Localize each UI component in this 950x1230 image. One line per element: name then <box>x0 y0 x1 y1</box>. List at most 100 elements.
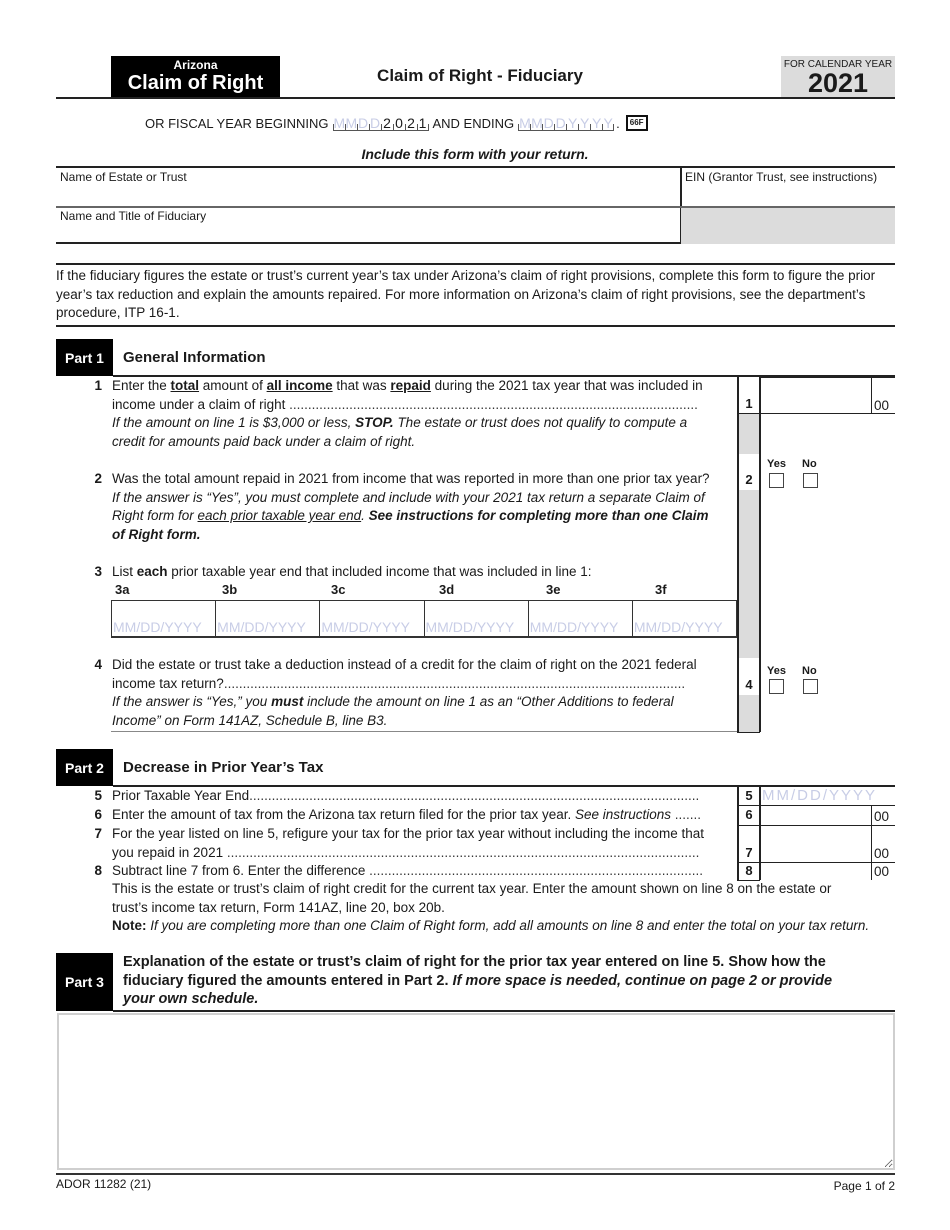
calendar-year: 2021 <box>807 68 869 98</box>
shaded-cell <box>738 414 759 454</box>
line-1-amount-input[interactable] <box>762 395 868 412</box>
line-7-cents: 00 <box>874 846 890 861</box>
calendar-year-box: FOR CALENDAR YEAR 2021 <box>781 56 895 97</box>
page-number: Page 1 of 2 <box>833 1179 895 1193</box>
col-3f-label: 3f <box>655 582 667 597</box>
line-7-box-label: 7 <box>745 845 753 860</box>
identity-section: Name of Estate or Trust EIN (Grantor Tru… <box>56 166 895 244</box>
form-brand-block: Arizona Claim of Right <box>111 56 280 97</box>
year-end-3f-input[interactable]: MM/DD/YYYY <box>631 601 736 636</box>
date-digit: Y <box>591 115 602 131</box>
row-divider <box>760 377 895 378</box>
line-4-box-label: 4 <box>745 677 753 692</box>
part3-explanation-textarea[interactable] <box>57 1013 895 1170</box>
fiscal-beginning-label: OR FISCAL YEAR BEGINNING <box>145 116 329 131</box>
fiscal-beginning-date-field[interactable]: M M D D 2 0 2 1 <box>332 115 429 131</box>
part3-rule <box>113 1010 895 1012</box>
date-digit: Y <box>579 115 590 131</box>
year-end-3e-input[interactable]: MM/DD/YYYY <box>527 601 632 636</box>
line-4-yes-checkbox[interactable] <box>769 679 784 694</box>
date-digit: M <box>333 115 346 131</box>
line-2-no-checkbox[interactable] <box>803 473 818 488</box>
row-divider <box>737 732 760 733</box>
date-digit: D <box>543 115 554 131</box>
cents-divider <box>871 805 872 880</box>
line-number: 3 <box>94 564 102 579</box>
year-end-3a-input[interactable]: MM/DD/YYYY <box>112 601 215 636</box>
col-3d-label: 3d <box>439 582 455 597</box>
line-number: 2 <box>94 471 102 486</box>
prior-year-ends-grid: MM/DD/YYYY MM/DD/YYYY MM/DD/YYYY MM/DD/Y… <box>111 600 737 638</box>
date-digit: M <box>531 115 543 131</box>
header-divider <box>56 97 895 99</box>
intro-paragraph: If the fiduciary figures the estate or t… <box>56 263 895 327</box>
part1-tag: Part 1 <box>56 339 113 376</box>
line-6-amount-input[interactable] <box>762 807 868 824</box>
line-5-box-label: 5 <box>745 788 753 803</box>
line-8-cents: 00 <box>874 864 890 879</box>
line-number: 7 <box>94 826 102 841</box>
fiscal-ending-date-field[interactable]: M M D D Y Y Y Y <box>518 115 615 131</box>
col-3a-label: 3a <box>115 582 130 597</box>
line-8-amount-input[interactable] <box>762 863 868 879</box>
estate-name-label: Name of Estate or Trust <box>60 170 187 184</box>
part2-title: Decrease in Prior Year’s Tax <box>123 759 324 776</box>
shaded-cell <box>738 695 759 732</box>
date-digit: 1 <box>418 115 427 131</box>
form-code-badge: 66F <box>625 115 648 131</box>
line-1-box-label: 1 <box>745 396 753 411</box>
page-title: Claim of Right - Fiduciary <box>377 66 583 85</box>
date-digit: D <box>369 115 381 131</box>
line-2-box-label: 2 <box>745 472 753 487</box>
date-digit: 2 <box>407 115 415 131</box>
date-digit: M <box>345 115 358 131</box>
line-number: 1 <box>94 378 102 393</box>
col-3c-label: 3c <box>331 582 346 597</box>
line-number: 4 <box>94 657 102 672</box>
date-digit: M <box>519 115 531 131</box>
part2-tag: Part 2 <box>56 749 113 786</box>
line-number: 6 <box>94 807 102 822</box>
date-digit: Y <box>603 115 613 131</box>
line-number: 8 <box>94 863 102 878</box>
form-id: ADOR 11282 (21) <box>56 1177 152 1191</box>
line-number: 5 <box>94 788 102 803</box>
shaded-cell <box>738 490 759 658</box>
part1-title: General Information <box>123 349 266 366</box>
date-digit: D <box>555 115 566 131</box>
line-4-yes-label: Yes <box>767 665 786 677</box>
state-name: Arizona <box>173 58 218 72</box>
date-digit: 2 <box>383 115 391 131</box>
line-4-no-label: No <box>802 665 817 677</box>
line-7-amount-input[interactable] <box>762 843 868 860</box>
ein-input[interactable] <box>686 186 891 204</box>
fiduciary-name-label: Name and Title of Fiduciary <box>60 209 207 223</box>
year-end-3c-input[interactable]: MM/DD/YYYY <box>319 601 423 636</box>
part1-bottom-rule <box>111 731 737 732</box>
line-8-explanation: This is the estate or trust’s claim of r… <box>112 881 870 933</box>
ein-label: EIN (Grantor Trust, see instructions) <box>685 170 878 184</box>
fiscal-ending-label: AND ENDING <box>432 116 515 131</box>
year-end-3d-input[interactable]: MM/DD/YYYY <box>423 601 528 636</box>
estate-name-input[interactable] <box>60 186 675 204</box>
line-5-date-input[interactable]: MM/DD/YYYY <box>762 787 877 804</box>
line-2-yes-label: Yes <box>767 458 786 470</box>
footer: ADOR 11282 (21) Page 1 of 2 <box>56 1173 895 1193</box>
date-digit: 0 <box>395 115 403 131</box>
year-end-3b-input[interactable]: MM/DD/YYYY <box>215 601 319 636</box>
form-name: Claim of Right <box>127 72 264 94</box>
col-3b-label: 3b <box>222 582 238 597</box>
part3-tag: Part 3 <box>56 953 113 1011</box>
fiduciary-name-input[interactable] <box>60 224 675 242</box>
line-6-cents: 00 <box>874 809 890 824</box>
shaded-cell <box>681 207 895 244</box>
line-4-no-checkbox[interactable] <box>803 679 818 694</box>
line-6-box-label: 6 <box>745 807 753 822</box>
date-digit: D <box>357 115 369 131</box>
col-3e-label: 3e <box>546 582 561 597</box>
fiscal-year-line: OR FISCAL YEAR BEGINNING M M D D 2 0 2 1… <box>145 115 648 131</box>
cents-divider <box>871 377 872 414</box>
line-8-box-label: 8 <box>745 863 753 878</box>
line-2-no-label: No <box>802 458 817 470</box>
line-2-yes-checkbox[interactable] <box>769 473 784 488</box>
